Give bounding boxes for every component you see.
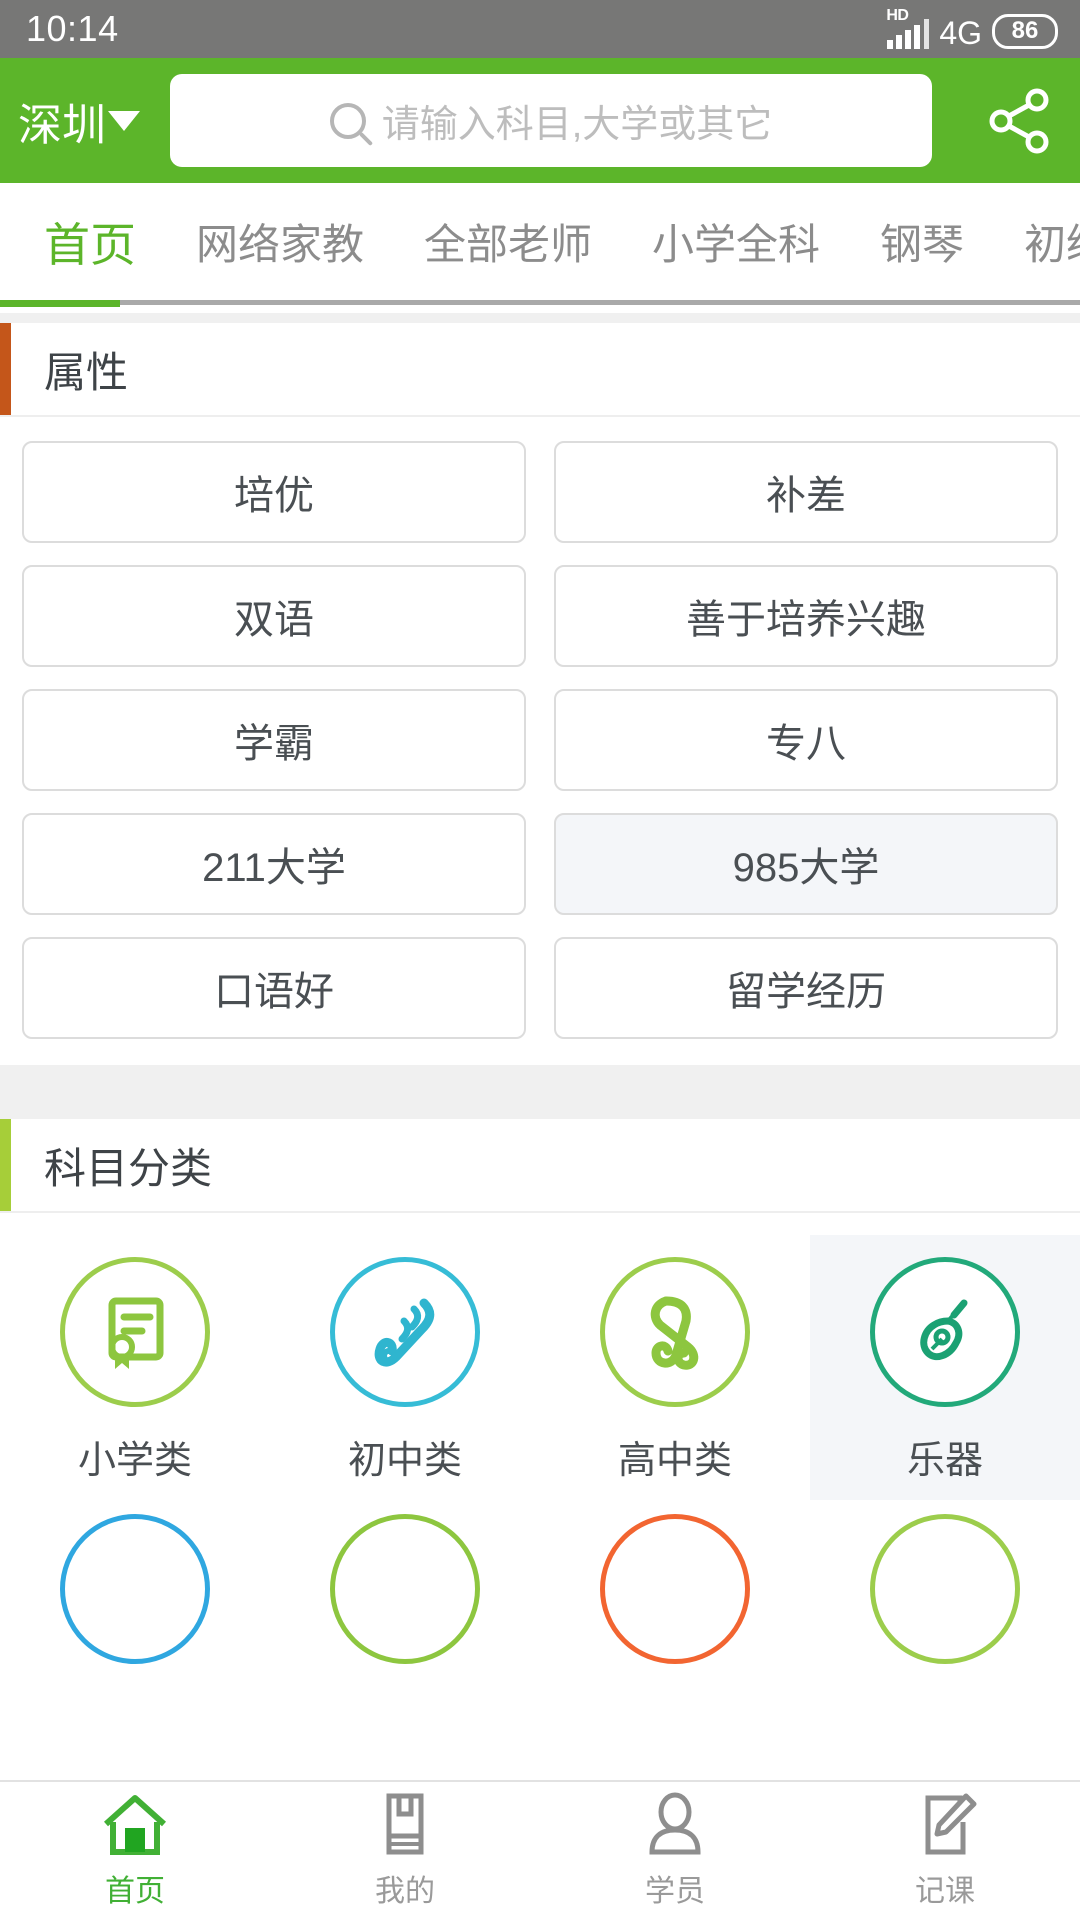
diploma-icon-circle: [600, 1257, 750, 1407]
nav-label: 学员: [645, 1875, 705, 1908]
category-row2-item-3[interactable]: [540, 1500, 810, 1680]
attribute-bilingual[interactable]: 双语: [22, 565, 526, 667]
category-circle-icon: [600, 1514, 750, 1664]
nav-label: 首页: [105, 1875, 165, 1908]
app-header: 深圳 请输入科目,大学或其它: [0, 58, 1080, 183]
tab-section-divider: [0, 313, 1080, 323]
bottom-nav-bar: 首页 我的 学员 记课: [0, 1780, 1080, 1920]
search-icon: [329, 102, 366, 139]
subject-category-grid: 小学类 初中类 高中类 乐器: [0, 1213, 1080, 1500]
attribute-peiyou[interactable]: 培优: [22, 441, 526, 543]
diploma-icon: [650, 1296, 699, 1370]
home-icon: [103, 1795, 167, 1855]
scroll-icon: [374, 1298, 435, 1367]
attribute-top-student[interactable]: 学霸: [22, 689, 526, 791]
tab-beginner-english[interactable]: 初级英: [994, 183, 1080, 307]
category-label: 高中类: [617, 1440, 732, 1482]
attributes-section-header: 属性: [0, 323, 1080, 417]
category-circle-icon: [60, 1514, 210, 1664]
search-placeholder: 请输入科目,大学或其它: [381, 104, 773, 146]
attribute-study-abroad[interactable]: 留学经历: [554, 937, 1058, 1039]
category-row2-item-2[interactable]: [270, 1500, 540, 1680]
signal-strength-icon: HD: [886, 7, 930, 49]
attributes-title: 属性: [44, 348, 129, 396]
category-label: 初中类: [347, 1440, 462, 1482]
status-bar: 10:14 HD 4G 86: [0, 0, 1080, 58]
attributes-accent-bar: [0, 323, 11, 415]
nav-item-record-class[interactable]: 记课: [810, 1782, 1080, 1920]
tab-all-teachers[interactable]: 全部老师: [394, 183, 622, 307]
attribute-985-university[interactable]: 985大学: [554, 813, 1058, 915]
attribute-good-spoken[interactable]: 口语好: [22, 937, 526, 1039]
nav-item-home[interactable]: 首页: [0, 1782, 270, 1920]
app-root: 10:14 HD 4G 86 深圳 请输入科目,大学或其它 首页 网络家教 全部…: [0, 0, 1080, 1920]
nav-item-students[interactable]: 学员: [540, 1782, 810, 1920]
attribute-211-university[interactable]: 211大学: [22, 813, 526, 915]
category-instrument[interactable]: 乐器: [810, 1235, 1080, 1500]
share-icon: [989, 88, 1049, 153]
category-primary-school[interactable]: 小学类: [0, 1235, 270, 1500]
status-time: 10:14: [26, 8, 119, 49]
attribute-interest-cultivation[interactable]: 善于培养兴趣: [554, 565, 1058, 667]
attributes-grid: 培优 补差 双语 善于培养兴趣 学霸 专八 211大学 985大学 口语好 留学…: [0, 417, 1080, 1065]
subjects-section-header: 科目分类: [0, 1119, 1080, 1213]
category-high-school[interactable]: 高中类: [540, 1235, 810, 1500]
scroll-icon-circle: [330, 1257, 480, 1407]
guitar-icon: [920, 1299, 968, 1361]
category-middle-school[interactable]: 初中类: [270, 1235, 540, 1500]
battery-indicator: 86: [992, 14, 1058, 49]
tab-piano[interactable]: 钢琴: [850, 183, 994, 307]
tab-primary-all-subjects[interactable]: 小学全科: [622, 183, 850, 307]
chevron-down-icon: [108, 110, 140, 131]
tab-online-tutoring[interactable]: 网络家教: [166, 183, 394, 307]
category-circle-icon: [870, 1514, 1020, 1664]
tab-strip[interactable]: 首页 网络家教 全部老师 小学全科 钢琴 初级英: [0, 183, 1080, 313]
category-row2-item-1[interactable]: [0, 1500, 270, 1680]
certificate-icon-circle: [60, 1257, 210, 1407]
share-button[interactable]: [960, 86, 1080, 156]
category-label: 乐器: [906, 1440, 983, 1482]
nav-item-mine[interactable]: 我的: [270, 1782, 540, 1920]
subjects-title: 科目分类: [44, 1144, 213, 1192]
signal-second-sim-icon: [924, 19, 930, 49]
search-input[interactable]: 请输入科目,大学或其它: [170, 74, 932, 167]
subjects-accent-bar: [0, 1119, 11, 1211]
note-pencil-icon: [925, 1793, 977, 1855]
certificate-icon: [108, 1297, 164, 1369]
category-circle-icon: [330, 1514, 480, 1664]
city-selector[interactable]: 深圳: [18, 89, 146, 153]
category-label: 小学类: [77, 1440, 192, 1482]
status-indicators: HD 4G 86: [886, 7, 1058, 51]
attribute-bucha[interactable]: 补差: [554, 441, 1058, 543]
wallet-icon: [386, 1793, 424, 1855]
tab-scroll-track[interactable]: [120, 300, 1080, 305]
tab-active-indicator: [0, 300, 120, 307]
guitar-icon-circle: [870, 1257, 1020, 1407]
person-icon: [649, 1792, 701, 1855]
hd-label: HD: [886, 7, 909, 24]
signal-bars-icon: [887, 25, 921, 49]
section-gap: [0, 1065, 1080, 1119]
city-label: 深圳: [18, 100, 106, 150]
tab-list: 首页 网络家教 全部老师 小学全科 钢琴 初级英: [0, 183, 1080, 307]
category-row2-item-4[interactable]: [810, 1500, 1080, 1680]
nav-label: 记课: [915, 1875, 975, 1908]
nav-label: 我的: [375, 1875, 435, 1908]
attribute-tem8[interactable]: 专八: [554, 689, 1058, 791]
tab-home[interactable]: 首页: [14, 183, 166, 307]
network-type-label: 4G: [939, 15, 982, 51]
subject-category-grid-row2: [0, 1500, 1080, 1680]
